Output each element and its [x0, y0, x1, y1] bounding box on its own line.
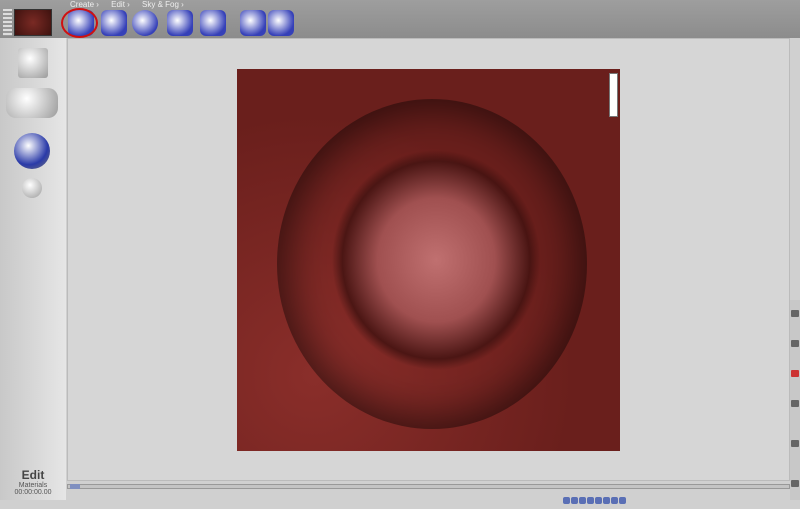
status-area: Edit Materials 00:00:00.00 [0, 468, 66, 496]
zoom-control[interactable] [22, 178, 42, 198]
tool-icon[interactable] [791, 400, 799, 407]
terrain-preview-canvas[interactable] [237, 69, 620, 451]
orbit-control[interactable] [6, 88, 58, 118]
settings-icon[interactable] [791, 480, 799, 487]
mode-label: Edit [21, 468, 45, 482]
toolbar-grip[interactable] [3, 9, 12, 36]
camera-tool[interactable] [200, 10, 226, 36]
tool-icon[interactable] [791, 440, 799, 447]
tool-icon[interactable] [603, 497, 610, 504]
tool-icon[interactable] [595, 497, 602, 504]
material-box-tool[interactable] [268, 10, 294, 36]
tool-icon[interactable] [587, 497, 594, 504]
object-tool-icon [101, 10, 127, 36]
material-preview-thumbnail[interactable] [14, 9, 52, 36]
tool-icon[interactable] [619, 497, 626, 504]
tool-icon[interactable] [791, 370, 799, 377]
timeline-handle[interactable] [70, 484, 80, 489]
timecode: 00:00:00.00 [14, 489, 52, 496]
timeline[interactable] [67, 484, 790, 489]
object-tool[interactable] [101, 10, 127, 36]
tool-icon[interactable] [571, 497, 578, 504]
terrain-sphere-tool[interactable] [132, 10, 158, 36]
highlight-circle [61, 8, 98, 38]
top-toolbar: Create › Edit › Sky & Fog › [0, 0, 800, 38]
bottom-toolbar [563, 491, 627, 504]
mini-toolbar[interactable] [609, 73, 618, 117]
object-preview-button[interactable] [18, 48, 48, 78]
left-control-panel [0, 38, 66, 500]
tab-edit[interactable]: Edit › [111, 0, 130, 9]
grid-icon [240, 10, 266, 36]
move-rotate-icon [167, 10, 193, 36]
tabs: Create › Edit › Sky & Fog › [70, 0, 194, 9]
tool-icon[interactable] [791, 310, 799, 317]
camera-tool-icon [200, 10, 226, 36]
move-control[interactable] [14, 133, 50, 169]
material-box-icon [268, 10, 294, 36]
terrain-depression [277, 99, 587, 429]
move-rotate-tool[interactable] [167, 10, 193, 36]
tool-icon[interactable] [579, 497, 586, 504]
section-label: Materials [18, 482, 48, 489]
terrain-sphere-icon [132, 10, 158, 36]
tool-icon[interactable] [563, 497, 570, 504]
thumbnail-image [15, 10, 51, 35]
tool-icon[interactable] [611, 497, 618, 504]
right-toolbar [790, 300, 800, 500]
tab-sky-fog[interactable]: Sky & Fog › [142, 0, 184, 9]
tool-icon[interactable] [791, 340, 799, 347]
grid-tool[interactable] [240, 10, 266, 36]
